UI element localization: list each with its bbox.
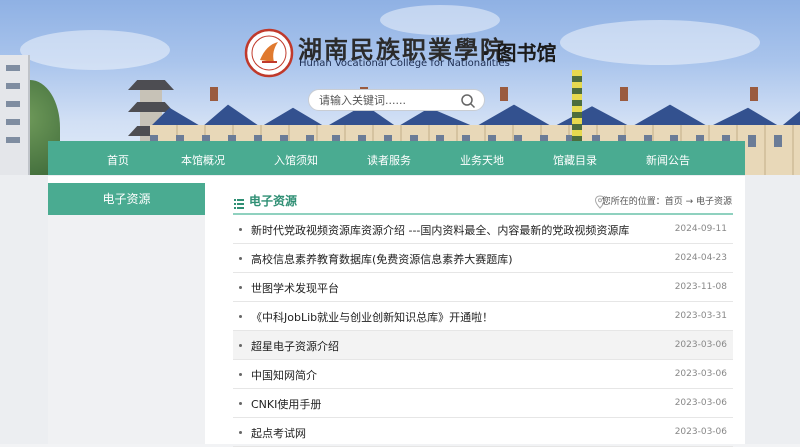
nav-item-business[interactable]: 业务天地 xyxy=(460,152,504,168)
article-date: 2023-03-06 xyxy=(674,369,727,379)
page-title: 电子资源 xyxy=(249,194,298,208)
nav-item-reader-services[interactable]: 读者服务 xyxy=(367,152,411,168)
article-date: 2024-09-11 xyxy=(674,224,727,234)
list-icon xyxy=(234,194,244,209)
main-nav: 首页 本馆概况 入馆须知 读者服务 业务天地 馆藏目录 新闻公告 xyxy=(48,141,745,176)
article-title[interactable]: 世图学术发现平台 xyxy=(251,280,339,296)
building-left xyxy=(0,55,30,175)
article-date: 2023-11-08 xyxy=(674,282,727,292)
article-date: 2023-03-06 xyxy=(674,427,727,437)
nav-item-home[interactable]: 首页 xyxy=(107,152,129,168)
list-item[interactable]: 起点考试网 2023-03-06 xyxy=(233,418,733,447)
bullet-icon xyxy=(239,373,242,376)
search-input[interactable] xyxy=(319,92,459,108)
cloud xyxy=(20,30,170,70)
bullet-icon xyxy=(239,315,242,318)
list-item[interactable]: 世图学术发现平台 2023-11-08 xyxy=(233,273,733,302)
article-list: 新时代党政视频资源库资源介绍 ---国内资料最全、内容最新的党政视频资源库 20… xyxy=(233,215,733,447)
article-title[interactable]: CNKI使用手册 xyxy=(251,396,321,412)
college-name-en: Hunan Vocational College for Nationaliti… xyxy=(299,58,510,69)
sidebar-item-electronic-resources[interactable]: 电子资源 xyxy=(48,183,205,215)
library-name: · 图书馆 xyxy=(482,41,557,65)
article-title[interactable]: 超星电子资源介绍 xyxy=(251,338,339,354)
article-title[interactable]: 新时代党政视频资源库资源介绍 ---国内资料最全、内容最新的党政视频资源库 xyxy=(251,222,629,238)
article-title[interactable]: 起点考试网 xyxy=(251,425,306,441)
nav-item-catalog[interactable]: 馆藏目录 xyxy=(553,152,597,168)
list-item[interactable]: 高校信息素养教育数据库(免费资源信息素养大赛题库) 2024-04-23 xyxy=(233,244,733,273)
nav-item-about[interactable]: 本馆概况 xyxy=(181,152,225,168)
article-date: 2024-04-23 xyxy=(674,253,727,263)
article-title[interactable]: 高校信息素养教育数据库(免费资源信息素养大赛题库) xyxy=(251,251,513,267)
bullet-icon xyxy=(239,257,242,260)
list-item[interactable]: 新时代党政视频资源库资源介绍 ---国内资料最全、内容最新的党政视频资源库 20… xyxy=(233,215,733,244)
article-date: 2023-03-06 xyxy=(674,340,727,350)
list-item[interactable]: 《中科JobLib就业与创业创新知识总库》开通啦！ 2023-03-31 xyxy=(233,302,733,331)
article-date: 2023-03-06 xyxy=(674,398,727,408)
list-item[interactable]: 中国知网简介 2023-03-06 xyxy=(233,360,733,389)
nav-item-news[interactable]: 新闻公告 xyxy=(646,152,690,168)
search-icon[interactable] xyxy=(460,93,476,109)
nav-item-admission[interactable]: 入馆须知 xyxy=(274,152,318,168)
bullet-icon xyxy=(239,402,242,405)
college-emblem-icon[interactable] xyxy=(244,28,294,78)
sidebar: 电子资源 xyxy=(48,183,205,444)
bullet-icon xyxy=(239,286,242,289)
list-item[interactable]: 超星电子资源介绍 2023-03-06 xyxy=(233,331,733,360)
bullet-icon xyxy=(239,344,242,347)
bullet-icon xyxy=(239,228,242,231)
breadcrumb: 您所在的位置：首页 → 电子资源 xyxy=(601,197,732,207)
bullet-icon xyxy=(239,431,242,434)
cloud xyxy=(560,20,760,65)
article-title[interactable]: 中国知网简介 xyxy=(251,367,317,383)
list-item[interactable]: CNKI使用手册 2023-03-06 xyxy=(233,389,733,418)
article-date: 2023-03-31 xyxy=(674,311,727,321)
search-box xyxy=(308,89,485,111)
article-title[interactable]: 《中科JobLib就业与创业创新知识总库》开通啦！ xyxy=(251,309,493,325)
